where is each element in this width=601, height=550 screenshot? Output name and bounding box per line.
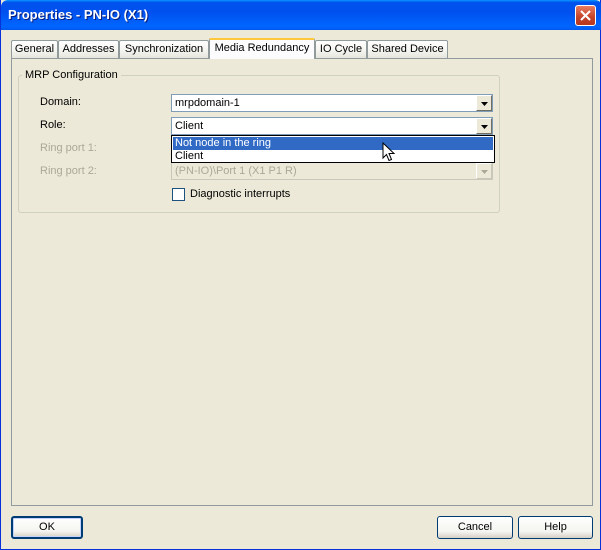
close-button[interactable] bbox=[575, 5, 596, 26]
ring-port-2-value: (PN-IO)\Port 1 (X1 P1 R) bbox=[175, 165, 297, 177]
help-button[interactable]: Help bbox=[518, 516, 593, 539]
domain-value: mrpdomain-1 bbox=[175, 97, 240, 109]
role-dropdown-button[interactable] bbox=[476, 118, 492, 134]
ring-port-1-label: Ring port 1: bbox=[40, 142, 97, 154]
title-bar[interactable]: Properties - PN-IO (X1) bbox=[1, 0, 601, 30]
diagnostic-interrupts-checkbox[interactable] bbox=[172, 188, 185, 201]
tab-synchronization[interactable]: Synchronization bbox=[119, 40, 209, 58]
tab-shared-device[interactable]: Shared Device bbox=[367, 40, 448, 58]
properties-dialog: Properties - PN-IO (X1) General Addresse… bbox=[0, 0, 601, 550]
role-label: Role: bbox=[40, 119, 66, 131]
cancel-button[interactable]: Cancel bbox=[437, 516, 513, 539]
ok-button[interactable]: OK bbox=[11, 516, 83, 539]
ring-port-2-dropdown-button bbox=[476, 163, 492, 179]
role-option-client[interactable]: Client bbox=[173, 150, 493, 163]
role-combobox[interactable]: Client bbox=[171, 117, 493, 135]
tab-general[interactable]: General bbox=[11, 40, 58, 58]
domain-dropdown-button[interactable] bbox=[476, 95, 492, 111]
mouse-cursor-icon bbox=[382, 141, 396, 165]
window-title: Properties - PN-IO (X1) bbox=[8, 7, 149, 22]
role-value: Client bbox=[175, 120, 204, 132]
diagnostic-interrupts-label[interactable]: Diagnostic interrupts bbox=[190, 188, 290, 200]
ring-port-2-label: Ring port 2: bbox=[40, 165, 97, 177]
tab-addresses[interactable]: Addresses bbox=[58, 40, 119, 58]
role-dropdown-list: Not node in the ring Client bbox=[171, 135, 495, 163]
group-label: MRP Configuration bbox=[22, 69, 121, 81]
domain-label: Domain: bbox=[40, 96, 81, 108]
dialog-body: General Addresses Synchronization Media … bbox=[5, 30, 598, 546]
tab-io-cycle[interactable]: IO Cycle bbox=[315, 40, 367, 58]
ring-port-2-combobox: (PN-IO)\Port 1 (X1 P1 R) bbox=[171, 162, 493, 180]
role-option-not-node[interactable]: Not node in the ring bbox=[173, 137, 493, 150]
domain-combobox[interactable]: mrpdomain-1 bbox=[171, 94, 493, 112]
tab-media-redundancy[interactable]: Media Redundancy bbox=[209, 38, 315, 59]
